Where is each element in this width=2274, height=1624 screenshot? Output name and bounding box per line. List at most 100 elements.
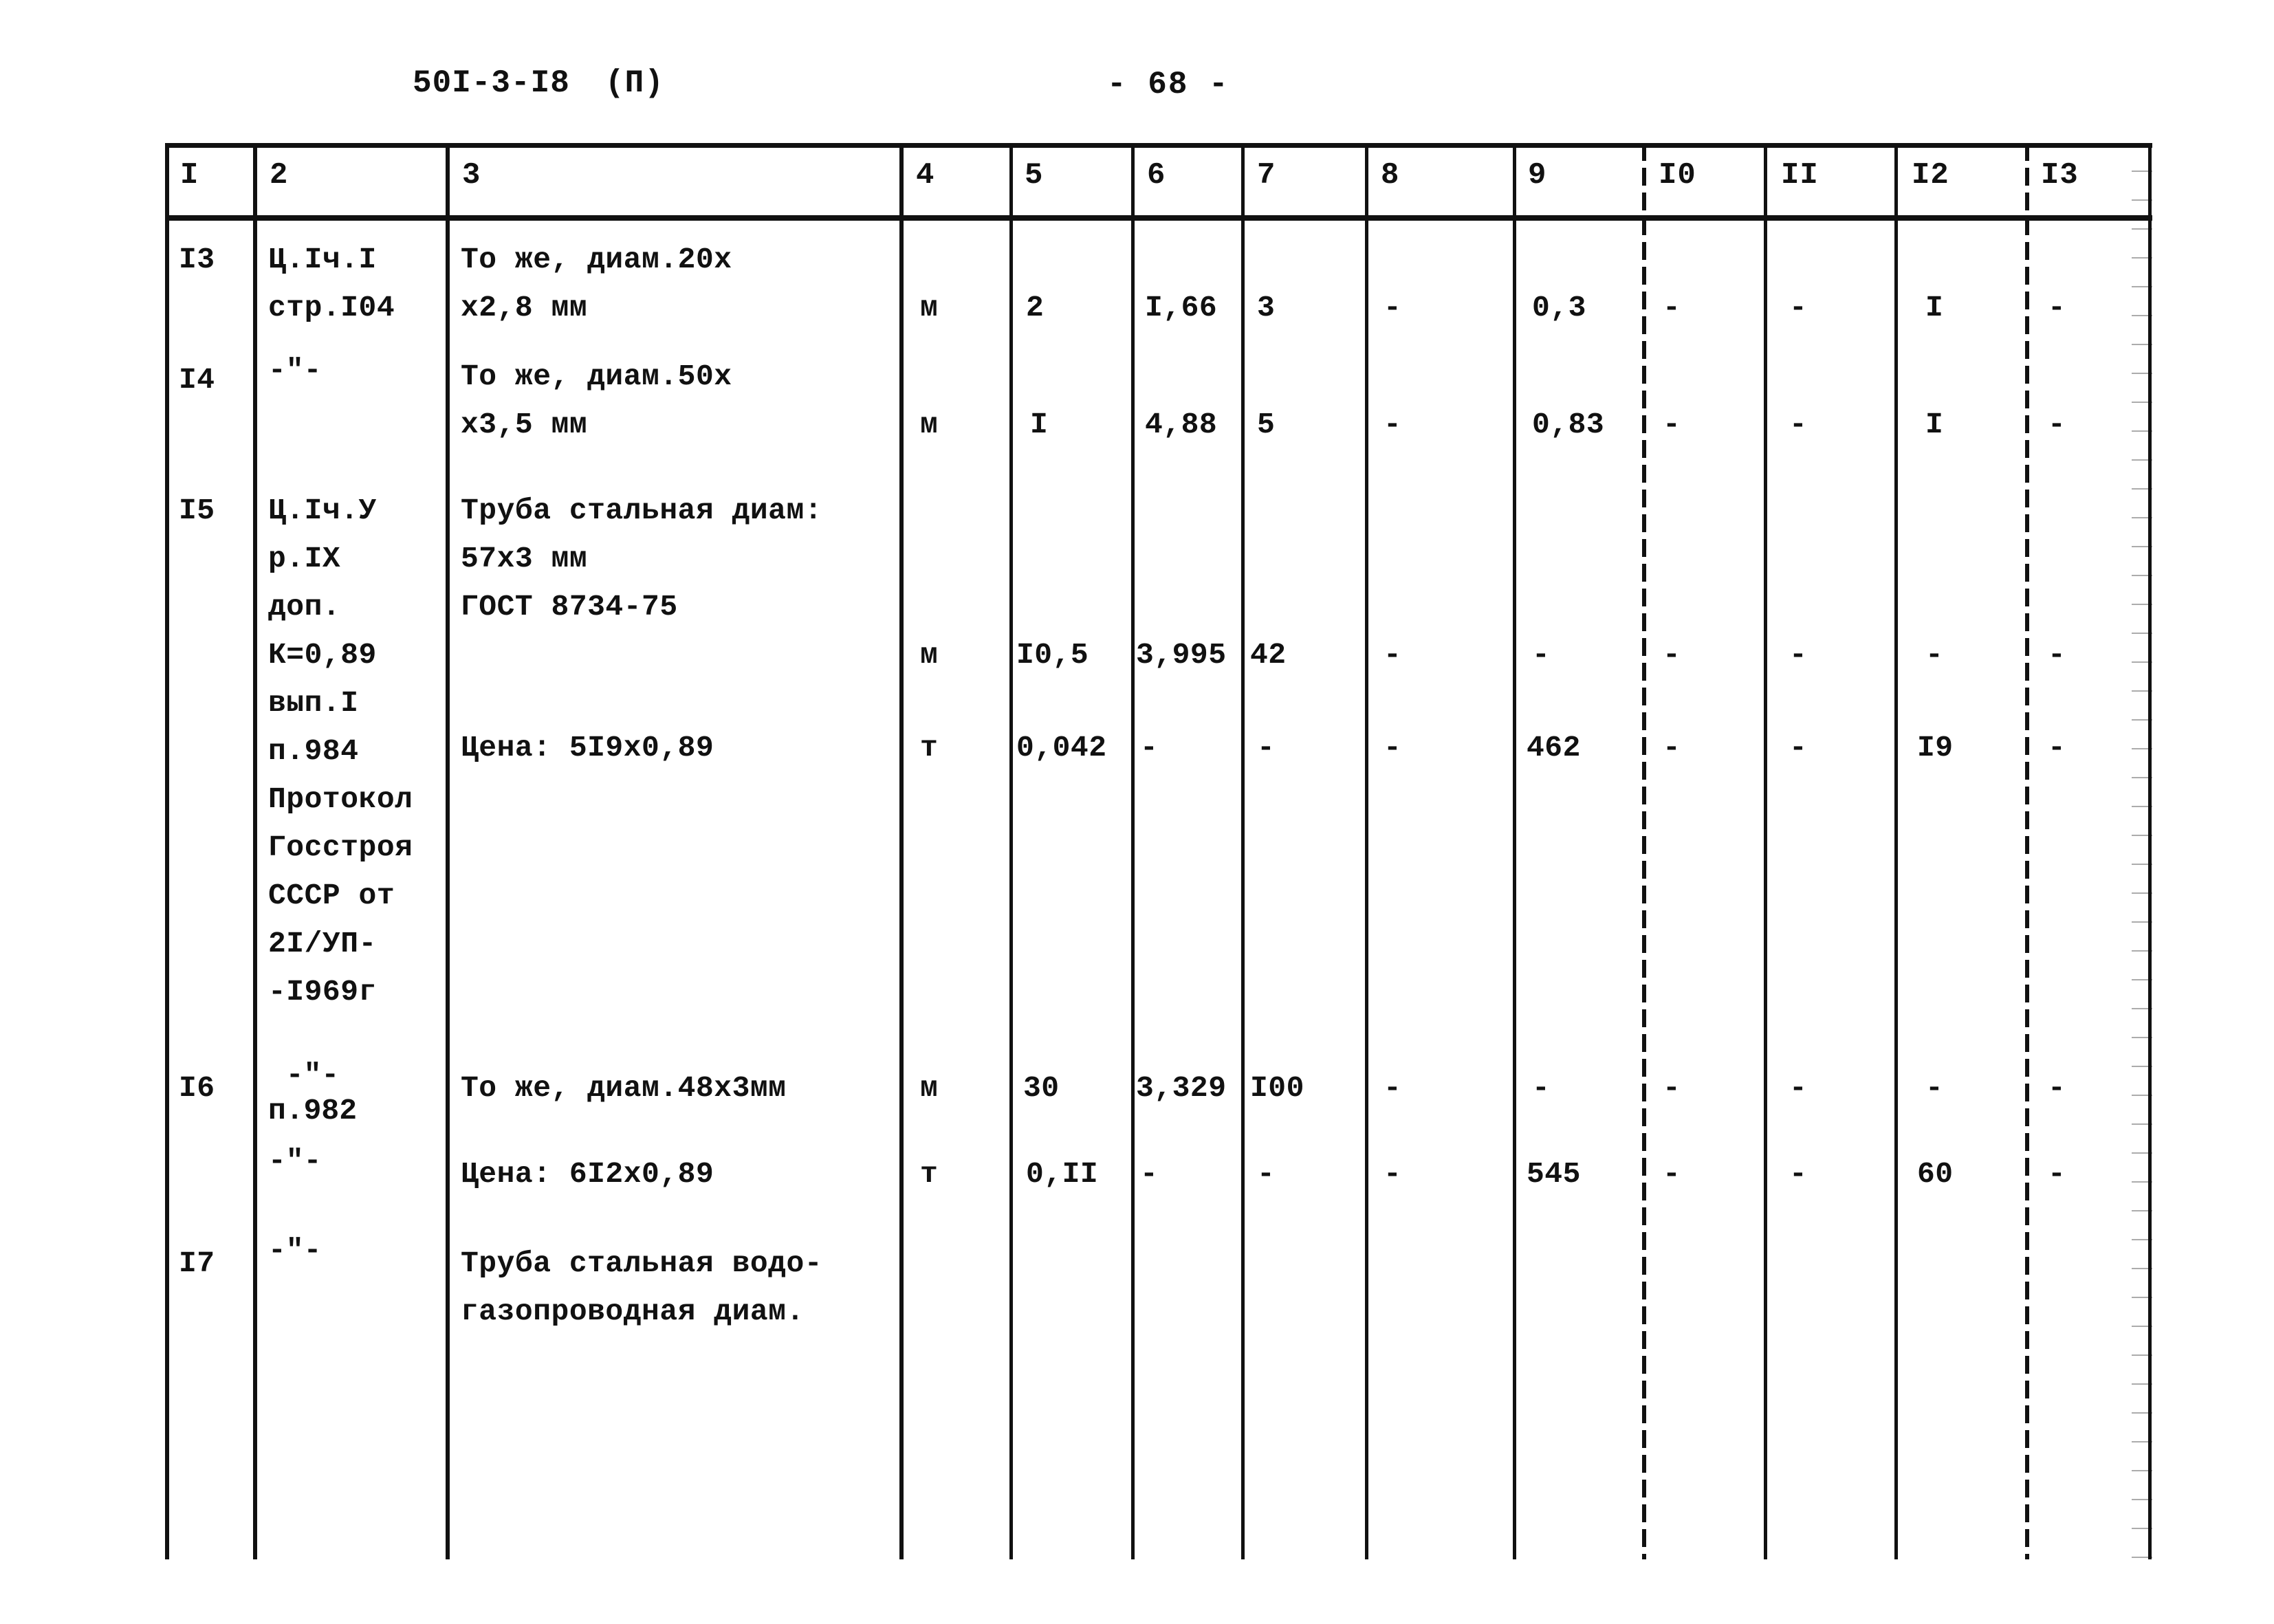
table-row: - <box>1384 408 1402 441</box>
column-header-9: 9 <box>1528 158 1547 193</box>
table-row: I <box>1925 291 1944 325</box>
column-header-11: II <box>1781 158 1819 193</box>
table-row: То же, диам.48х3мм <box>461 1071 787 1105</box>
table-row: - <box>1384 291 1402 325</box>
table-row: - <box>1789 291 1808 325</box>
table-row: Ц.Iч.I стр.I04 <box>268 243 395 325</box>
table-row: I0,5 <box>1016 638 1089 672</box>
column-border-11-12 <box>1894 143 1898 1559</box>
column-header-6: 6 <box>1147 158 1166 193</box>
ditto-mark: -"- <box>268 1144 322 1178</box>
document-code: 50I-3-I8 <box>413 65 570 101</box>
column-header-8: 8 <box>1381 158 1400 193</box>
column-border-7-8 <box>1365 143 1368 1559</box>
table-row: То же, диам.50х х3,5 мм <box>461 360 732 441</box>
column-border-1-2 <box>253 143 257 1559</box>
ditto-mark: -"- п.982 <box>268 1058 358 1128</box>
table-row: - <box>1789 408 1808 441</box>
table-row: 60 <box>1917 1157 1954 1191</box>
table-row: м <box>920 1071 939 1105</box>
table-row: - <box>2048 638 2066 672</box>
table-row: - <box>1663 638 1681 672</box>
table-row: 3,329 <box>1136 1071 1227 1105</box>
document-variant: (П) <box>605 65 664 101</box>
column-border-10-11 <box>1764 143 1767 1559</box>
table-row: - <box>1532 638 1551 672</box>
table-row: I00 <box>1250 1071 1304 1105</box>
table-row: I4 <box>179 363 215 397</box>
table-row: I6 <box>179 1071 215 1105</box>
table-row: I <box>1925 408 1944 441</box>
ditto-mark: -"- <box>268 1233 322 1267</box>
table-row: - <box>1789 1157 1808 1191</box>
table-row: 0,II <box>1026 1157 1099 1191</box>
column-header-2: 2 <box>270 158 289 193</box>
table-row: Цена: 5I9х0,89 <box>461 731 714 765</box>
page-header: 50I-3-I8 (П) - 68 - <box>0 65 2274 113</box>
table-row: - <box>1789 638 1808 672</box>
table-row: - <box>1257 731 1276 765</box>
column-header-12: I2 <box>1912 158 1949 193</box>
table-row: I <box>1030 408 1049 441</box>
table-row: 30 <box>1023 1071 1060 1105</box>
table-row: I3 <box>179 243 215 276</box>
table-row: Труба стальная диам: 57х3 мм ГОСТ 8734-7… <box>461 494 823 624</box>
column-header-3: 3 <box>462 158 481 193</box>
table-row: 0,83 <box>1532 408 1605 441</box>
column-border-2-3 <box>446 143 450 1559</box>
column-header-4: 4 <box>916 158 935 193</box>
table-row: - <box>1925 1071 1944 1105</box>
column-header-13: I3 <box>2041 158 2079 193</box>
table-row: - <box>1789 1071 1808 1105</box>
table-row: - <box>1663 731 1681 765</box>
table-row: 545 <box>1527 1157 1581 1191</box>
table-row: 0,042 <box>1016 731 1107 765</box>
table-row: I7 <box>179 1247 215 1280</box>
table-row: - <box>1532 1071 1551 1105</box>
table-row: - <box>2048 731 2066 765</box>
table-row: 462 <box>1527 731 1581 765</box>
column-border-left <box>165 143 169 1559</box>
table-row: - <box>1663 1071 1681 1105</box>
table-row: I5 <box>179 494 215 527</box>
specification-table: I 2 3 4 5 6 7 8 9 I0 II I2 I3 I3 Ц.Iч.I … <box>165 143 2152 1559</box>
table-row: - <box>2048 408 2066 441</box>
table-row: - <box>1140 731 1159 765</box>
table-row: То же, диам.20х х2,8 мм <box>461 243 732 325</box>
table-row: - <box>1663 408 1681 441</box>
table-top-border <box>165 143 2152 148</box>
table-row: 3,995 <box>1136 638 1227 672</box>
table-row: - <box>2048 291 2066 325</box>
table-row: - <box>1384 1071 1402 1105</box>
table-row: - <box>2048 1071 2066 1105</box>
column-header-10: I0 <box>1659 158 1696 193</box>
page-number: - 68 - <box>1107 67 1229 102</box>
table-row: I9 <box>1917 731 1954 765</box>
header-bottom-border <box>165 215 2152 221</box>
column-border-4-5 <box>1009 143 1013 1559</box>
table-row: - <box>1140 1157 1159 1191</box>
table-row: - <box>1384 1157 1402 1191</box>
column-border-6-7 <box>1241 143 1245 1559</box>
table-row: Цена: 6I2х0,89 <box>461 1157 714 1191</box>
table-row: м <box>920 291 939 325</box>
scanned-page: 50I-3-I8 (П) - 68 - I 2 3 4 5 6 7 8 9 I0… <box>0 0 2274 1624</box>
table-row: м <box>920 638 939 672</box>
ditto-mark: -"- <box>268 353 322 387</box>
column-header-1: I <box>180 158 199 193</box>
table-row: I,66 <box>1145 291 1218 325</box>
column-border-8-9 <box>1513 143 1516 1559</box>
table-row: Труба стальная водо- газопроводная диам. <box>461 1247 823 1328</box>
table-row: м <box>920 408 939 441</box>
scan-edge-artifact <box>2132 143 2152 1559</box>
table-row: 5 <box>1257 408 1276 441</box>
table-row: - <box>2048 1157 2066 1191</box>
table-row: т <box>920 731 939 765</box>
table-row: - <box>1384 638 1402 672</box>
table-row: - <box>1663 291 1681 325</box>
column-border-12-13 <box>2025 143 2029 1559</box>
table-row: - <box>1789 731 1808 765</box>
column-border-3-4 <box>899 143 904 1559</box>
table-row: 0,3 <box>1532 291 1586 325</box>
table-row: Ц.Iч.У р.IX доп. К=0,89 вып.I п.984 Прот… <box>268 494 413 1009</box>
